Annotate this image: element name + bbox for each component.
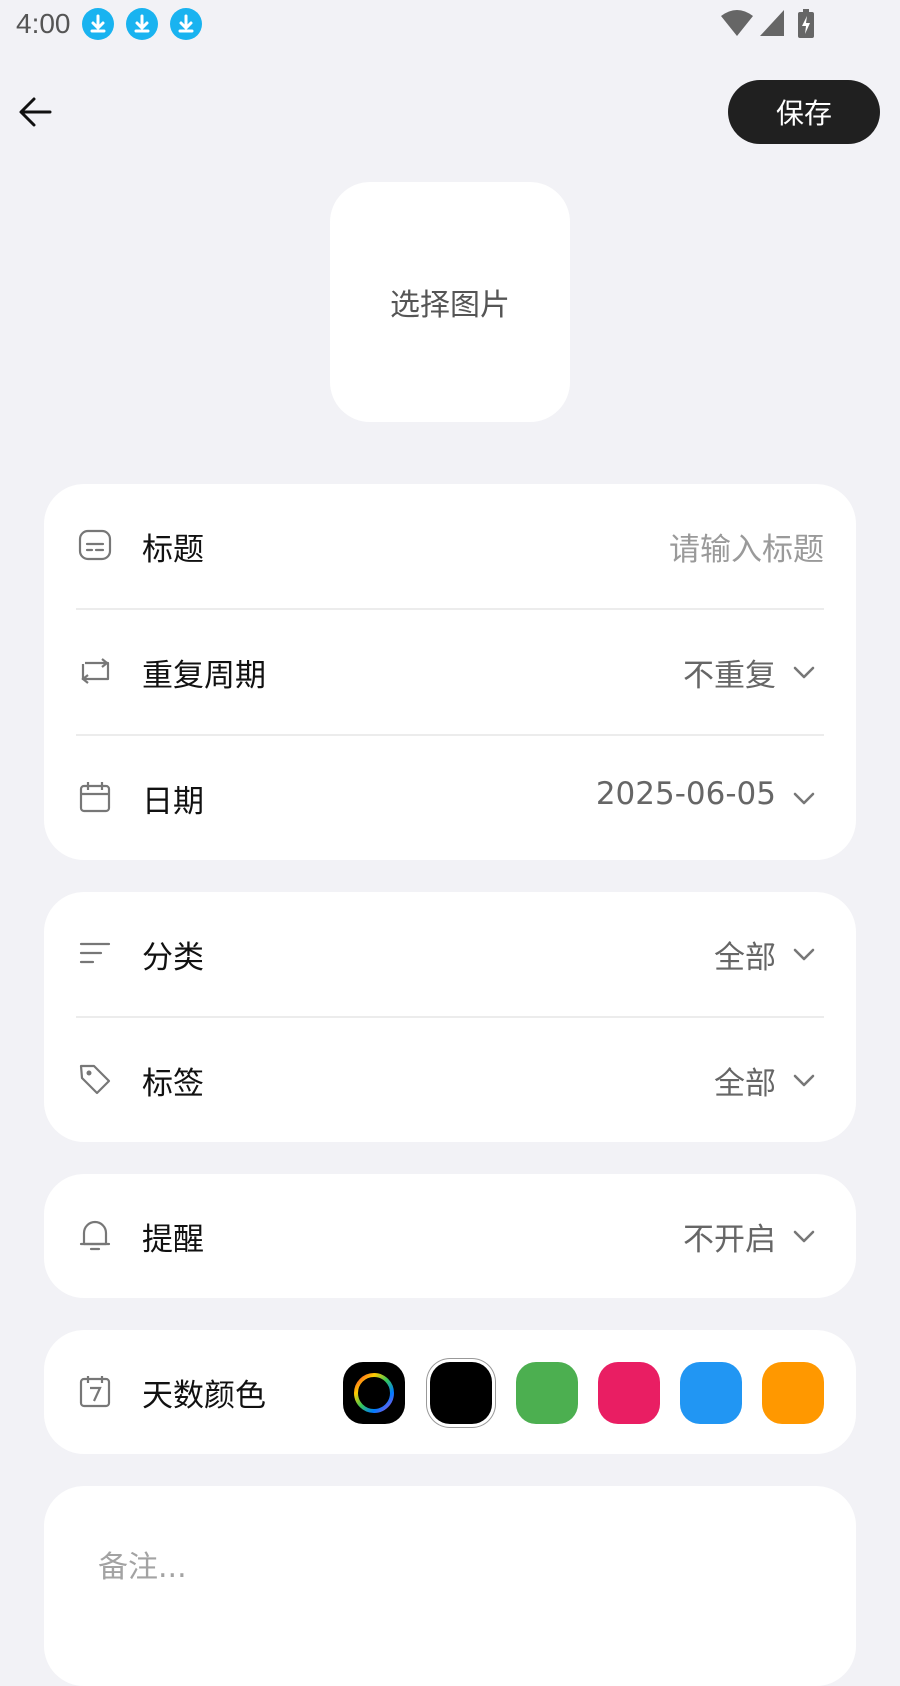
repeat-icon — [81, 658, 110, 684]
day-color-label: 天数颜色 — [142, 1378, 266, 1414]
battery-charging-icon — [798, 9, 814, 38]
category-row[interactable]: 分类 全部 — [44, 892, 856, 1016]
top-bar: 保存 — [0, 72, 900, 152]
color-swatch-pink[interactable] — [598, 1362, 660, 1424]
chevron-down-icon — [793, 792, 815, 805]
reminder-card: 提醒 不开启 — [44, 1174, 856, 1298]
repeat-value: 不重复 — [683, 658, 776, 694]
status-bar: 4:00 — [0, 0, 900, 48]
color-swatch-blue[interactable] — [680, 1362, 742, 1424]
repeat-label: 重复周期 — [142, 658, 266, 694]
basic-info-card: 标题 请输入标题 重复周期 不重复 日期 2025-06-05 — [44, 484, 856, 860]
signal-icon — [760, 10, 784, 36]
tag-icon — [79, 1064, 111, 1095]
title-icon — [78, 529, 112, 561]
color-swatch-black[interactable] — [430, 1362, 492, 1424]
title-label: 标题 — [142, 532, 204, 568]
image-picker-label: 选择图片 — [390, 288, 510, 323]
category-card: 分类 全部 标签 全部 — [44, 892, 856, 1142]
tag-label: 标签 — [142, 1066, 204, 1102]
back-arrow-icon[interactable] — [16, 92, 56, 132]
notes-input[interactable]: 备注... — [44, 1486, 856, 1686]
title-row[interactable]: 标题 请输入标题 — [44, 484, 856, 608]
download-icon — [126, 8, 158, 40]
bell-icon — [79, 1220, 111, 1251]
date-value: 2025-06-05 — [595, 776, 776, 812]
status-time: 4:00 — [16, 8, 71, 39]
tag-value: 全部 — [714, 1066, 776, 1102]
color-swatch-custom[interactable] — [343, 1362, 405, 1424]
tag-row[interactable]: 标签 全部 — [44, 1018, 856, 1142]
category-icon — [79, 942, 111, 964]
date-label: 日期 — [142, 784, 204, 820]
date-row[interactable]: 日期 2025-06-05 — [44, 736, 856, 860]
day-color-row: 天数颜色 — [44, 1330, 856, 1454]
day-color-card: 天数颜色 — [44, 1330, 856, 1454]
download-icon — [82, 8, 114, 40]
reminder-row[interactable]: 提醒 不开启 — [44, 1174, 856, 1298]
category-value: 全部 — [714, 940, 776, 976]
wifi-icon — [721, 10, 753, 36]
chevron-down-icon — [793, 948, 815, 961]
image-picker[interactable]: 选择图片 — [330, 182, 570, 422]
reminder-label: 提醒 — [142, 1222, 204, 1258]
notes-placeholder: 备注... — [98, 1550, 187, 1585]
color-swatch-green[interactable] — [516, 1362, 578, 1424]
chevron-down-icon — [793, 666, 815, 679]
chevron-down-icon — [793, 1230, 815, 1243]
category-label: 分类 — [142, 940, 204, 976]
download-icon — [170, 8, 202, 40]
color-swatch-orange[interactable] — [762, 1362, 824, 1424]
color-wheel-icon — [354, 1373, 394, 1413]
calendar-7-icon — [79, 1376, 111, 1408]
repeat-row[interactable]: 重复周期 不重复 — [44, 610, 856, 734]
calendar-icon — [79, 782, 111, 813]
status-icons — [720, 8, 840, 40]
chevron-down-icon — [793, 1074, 815, 1087]
save-button[interactable]: 保存 — [728, 80, 880, 144]
title-input[interactable]: 请输入标题 — [669, 524, 824, 569]
reminder-value: 不开启 — [683, 1222, 776, 1258]
